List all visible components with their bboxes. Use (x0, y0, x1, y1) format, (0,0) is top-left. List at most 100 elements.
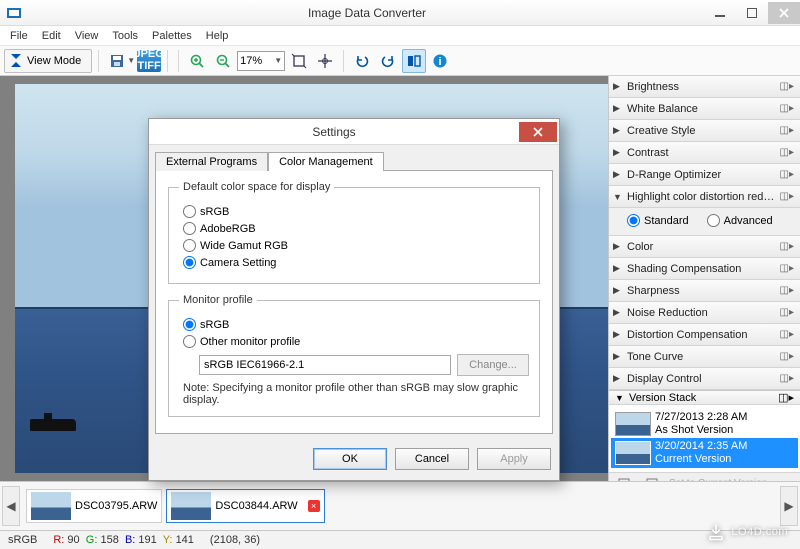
version-stack-header[interactable]: ▼ Version Stack ◫▸ (609, 390, 800, 405)
zoom-in-button[interactable] (185, 49, 209, 73)
popout-icon[interactable]: ◫▸ (780, 263, 794, 274)
menubar: File Edit View Tools Palettes Help (0, 26, 800, 46)
svg-text:i: i (439, 56, 442, 68)
dialog-close-button[interactable] (519, 122, 557, 142)
popout-icon[interactable]: ◫▸ (780, 169, 794, 180)
popout-icon[interactable]: ◫▸ (780, 373, 794, 384)
thumbnail[interactable]: DSC03844.ARW × (166, 489, 324, 523)
view-mode-button[interactable]: View Mode (4, 49, 92, 73)
app-title: Image Data Converter (30, 6, 704, 20)
version-name: Current Version (655, 453, 747, 466)
app-icon (6, 5, 30, 21)
popout-icon[interactable]: ◫▸ (780, 307, 794, 318)
thumbnail-filename: DSC03795.ARW (75, 500, 157, 512)
chevron-right-icon: ▶ (613, 169, 623, 180)
panel-contrast[interactable]: ▶Contrast◫▸ (609, 142, 800, 164)
panel-display-control[interactable]: ▶Display Control◫▸ (609, 368, 800, 390)
popout-icon[interactable]: ◫▸ (780, 285, 794, 296)
panel-white-balance[interactable]: ▶White Balance◫▸ (609, 98, 800, 120)
thumbnail-close-button[interactable]: × (308, 500, 320, 512)
popout-icon[interactable]: ◫▸ (778, 391, 794, 404)
panel-label: Highlight color distortion reduction (627, 191, 776, 203)
panel-highlight-color-distortion-reduction[interactable]: ▼Highlight color distortion reduction◫▸ (609, 186, 800, 208)
version-thumb (615, 441, 651, 465)
radio-adobergb[interactable]: AdobeRGB (183, 222, 529, 235)
monitor-profile-field[interactable] (199, 355, 451, 375)
popout-icon[interactable]: ◫▸ (780, 191, 794, 202)
panel-distortion-compensation[interactable]: ▶Distortion Compensation◫▸ (609, 324, 800, 346)
info-button[interactable]: i (428, 49, 452, 73)
panel-shading-compensation[interactable]: ▶Shading Compensation◫▸ (609, 258, 800, 280)
cancel-button[interactable]: Cancel (395, 448, 469, 470)
tab-color-management[interactable]: Color Management (268, 152, 384, 171)
version-time: 3/20/2014 2:35 AM (655, 440, 747, 453)
version-add-button[interactable]: ＋ (613, 471, 637, 481)
version-stack-title: Version Stack (629, 392, 774, 404)
chevron-right-icon: ▶ (613, 81, 623, 92)
radio-srgb[interactable]: sRGB (183, 205, 529, 218)
panel-tone-curve[interactable]: ▶Tone Curve◫▸ (609, 346, 800, 368)
version-stack-tools: ＋ － Set to Current Version (609, 472, 800, 481)
menu-palettes[interactable]: Palettes (146, 28, 198, 44)
zoom-field[interactable]: ▼ (237, 51, 285, 71)
rotate-left-button[interactable] (350, 49, 374, 73)
window-minimize-button[interactable] (704, 2, 736, 24)
popout-icon[interactable]: ◫▸ (780, 241, 794, 252)
radio-camera-setting[interactable]: Camera Setting (183, 256, 529, 269)
thumbnail[interactable]: DSC03795.ARW (26, 489, 162, 523)
export-jpeg-tiff-button[interactable]: JPEGTIFF (137, 49, 161, 73)
menu-help[interactable]: Help (200, 28, 235, 44)
set-current-version-button[interactable]: Set to Current Version (669, 478, 767, 481)
chevron-down-icon[interactable]: ▼ (274, 56, 282, 65)
panel-brightness[interactable]: ▶Brightness◫▸ (609, 76, 800, 98)
apply-button[interactable]: Apply (477, 448, 551, 470)
tab-panel-color-management: Default color space for display sRGB Ado… (155, 170, 553, 434)
menu-edit[interactable]: Edit (36, 28, 67, 44)
popout-icon[interactable]: ◫▸ (780, 81, 794, 92)
filmstrip-next-button[interactable]: ▶ (780, 486, 798, 526)
radio-advanced[interactable]: Advanced (707, 214, 773, 227)
panel-label: Display Control (627, 373, 776, 385)
radio-standard[interactable]: Standard (627, 214, 689, 227)
compare-button[interactable] (402, 49, 426, 73)
panel-creative-style[interactable]: ▶Creative Style◫▸ (609, 120, 800, 142)
radio-monitor-srgb[interactable]: sRGB (183, 318, 529, 331)
navigator-button[interactable] (313, 49, 337, 73)
window-close-button[interactable] (768, 2, 800, 24)
panel-d-range-optimizer[interactable]: ▶D-Range Optimizer◫▸ (609, 164, 800, 186)
popout-icon[interactable]: ◫▸ (780, 147, 794, 158)
filmstrip-prev-button[interactable]: ◀ (2, 486, 20, 526)
version-stack-list: 7/27/2013 2:28 AMAs Shot Version3/20/201… (609, 405, 800, 472)
popout-icon[interactable]: ◫▸ (780, 103, 794, 114)
popout-icon[interactable]: ◫▸ (780, 351, 794, 362)
change-profile-button[interactable]: Change... (457, 354, 529, 376)
panel-color[interactable]: ▶Color◫▸ (609, 236, 800, 258)
status-colorspace: sRGB (8, 534, 37, 546)
zoom-input[interactable] (240, 55, 270, 67)
crop-button[interactable] (287, 49, 311, 73)
toolbar: View Mode ▼ JPEGTIFF ▼ i (0, 46, 800, 76)
popout-icon[interactable]: ◫▸ (780, 329, 794, 340)
menu-file[interactable]: File (4, 28, 34, 44)
menu-view[interactable]: View (69, 28, 105, 44)
version-thumb (615, 412, 651, 436)
version-item[interactable]: 3/20/2014 2:35 AMCurrent Version (611, 438, 798, 467)
fold-icon (11, 54, 21, 67)
panel-sharpness[interactable]: ▶Sharpness◫▸ (609, 280, 800, 302)
thumbnail-filename: DSC03844.ARW (215, 500, 297, 512)
legend-monitor-profile: Monitor profile (179, 294, 257, 306)
version-remove-button[interactable]: － (641, 471, 665, 481)
ok-button[interactable]: OK (313, 448, 387, 470)
panel-noise-reduction[interactable]: ▶Noise Reduction◫▸ (609, 302, 800, 324)
zoom-out-button[interactable] (211, 49, 235, 73)
tab-external-programs[interactable]: External Programs (155, 152, 268, 171)
window-maximize-button[interactable] (736, 2, 768, 24)
version-item[interactable]: 7/27/2013 2:28 AMAs Shot Version (611, 409, 798, 438)
rotate-right-button[interactable] (376, 49, 400, 73)
radio-monitor-other[interactable]: Other monitor profile (183, 335, 529, 348)
radio-wide-gamut[interactable]: Wide Gamut RGB (183, 239, 529, 252)
popout-icon[interactable]: ◫▸ (780, 125, 794, 136)
menu-tools[interactable]: Tools (106, 28, 144, 44)
chevron-right-icon: ▶ (613, 147, 623, 158)
save-button[interactable] (105, 49, 129, 73)
